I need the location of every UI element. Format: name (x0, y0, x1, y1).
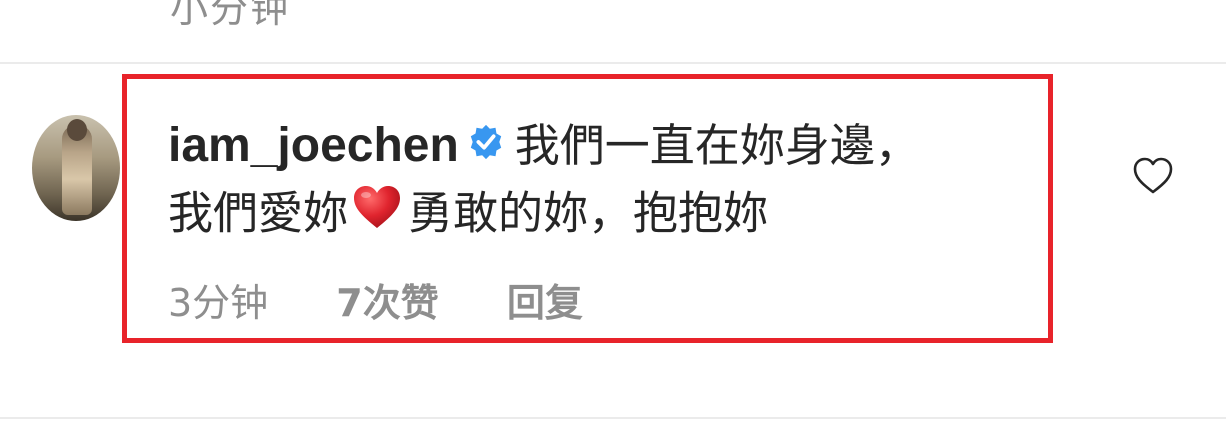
username-link[interactable]: iam_joechen (168, 119, 459, 172)
avatar[interactable] (32, 115, 120, 221)
like-heart-icon[interactable] (1131, 154, 1175, 198)
comment-text-line-1: iam_joechen 我們一直在妳身邊， (168, 118, 920, 180)
divider (0, 62, 1226, 64)
comment-text-line-2: 我們愛妳 勇敢的妳，抱抱妳 (168, 184, 768, 249)
verified-badge-icon (467, 118, 505, 174)
divider (0, 417, 1226, 419)
reply-button[interactable]: 回复 (507, 272, 583, 327)
previous-comment: 小分钟 (0, 0, 1226, 62)
comment-text: 勇敢的妳，抱抱妳 (408, 186, 769, 240)
comment-meta: 3分钟 7次赞 回复 (168, 272, 583, 327)
comment-time: 3分钟 (168, 281, 269, 325)
comment-text: 我們愛妳 (168, 186, 349, 240)
comment-text: 我們一直在妳身邊， (514, 119, 920, 172)
red-heart-emoji-icon (352, 184, 402, 243)
previous-comment-meta: 小分钟 (170, 0, 291, 31)
likes-count-link[interactable]: 7次赞 (336, 272, 438, 327)
comment-thread: 小分钟 iam_joechen 我們一直在妳身邊， 我們愛妳 勇敢的妳，抱抱妳 … (0, 0, 1226, 432)
